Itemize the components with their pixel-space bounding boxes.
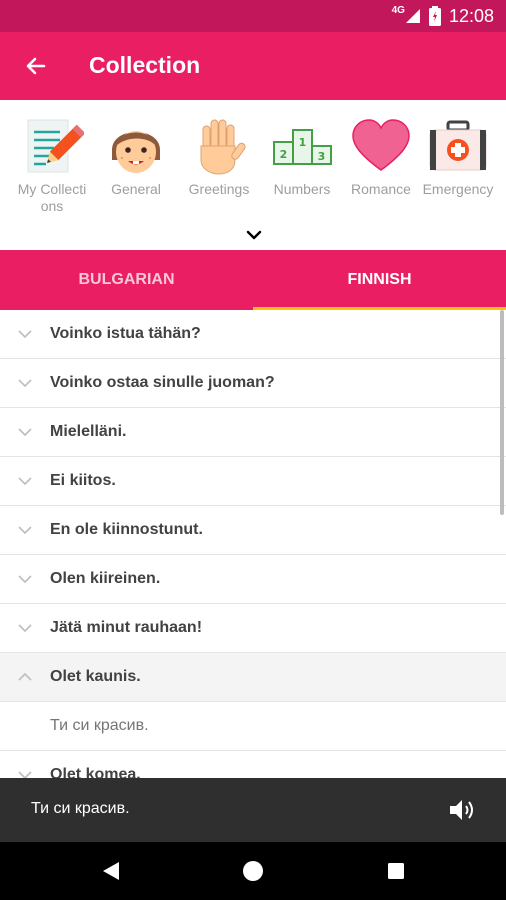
phrase-text: Voinko istua tähän? [50, 325, 201, 342]
circle-home-icon [243, 861, 263, 881]
category-label: General [111, 181, 161, 197]
phrase-text: Ei kiitos. [50, 472, 116, 489]
phrase-row[interactable]: Jätä minut rauhaan! [0, 604, 506, 653]
chevron-down-icon [18, 379, 32, 388]
category-general[interactable]: General [96, 116, 176, 198]
category-label: Greetings [188, 181, 250, 197]
phrase-row[interactable]: Olet komea. [0, 751, 506, 778]
chevron-down-icon [18, 771, 32, 778]
audio-player-bar: Ти си красив. [0, 778, 506, 842]
phrase-text: Olet kaunis. [50, 668, 141, 685]
list-scrollbar[interactable] [500, 310, 504, 515]
phrase-row[interactable]: Voinko ostaa sinulle juoman? [0, 359, 506, 408]
tab-bulgarian[interactable]: BULGARIAN [0, 250, 253, 310]
svg-text:1: 1 [299, 136, 307, 149]
phrase-translation: Ти си красив. [0, 702, 506, 751]
nav-home-button[interactable] [238, 856, 268, 886]
phrase-text: Olen kiireinen. [50, 570, 161, 587]
face-icon [104, 116, 168, 176]
category-my-collections[interactable]: My Collections [12, 116, 92, 215]
speaker-icon [450, 800, 473, 820]
category-label: Numbers [273, 181, 331, 197]
signal-icon [405, 9, 420, 23]
heart-icon [349, 116, 413, 176]
system-nav-bar [0, 842, 506, 900]
network-type-label: 4G [391, 4, 405, 16]
phrase-row[interactable]: En ole kiinnostunut. [0, 506, 506, 555]
page-title: Collection [89, 52, 201, 78]
phrase-list[interactable]: Voinko istua tähän? Voinko ostaa sinulle… [0, 310, 506, 778]
phrase-row-expanded[interactable]: Olet kaunis. [0, 653, 506, 702]
phrase-row[interactable]: Olen kiireinen. [0, 555, 506, 604]
chevron-down-icon [18, 330, 32, 339]
phrase-row[interactable]: Voinko istua tähän? [0, 310, 506, 359]
nav-back-button[interactable] [96, 856, 126, 886]
expand-categories-button[interactable] [241, 224, 267, 246]
chevron-down-icon [18, 428, 32, 437]
category-emergency[interactable]: Emergency [418, 116, 498, 198]
play-audio-button[interactable] [446, 796, 478, 824]
svg-text:2: 2 [280, 148, 288, 161]
phrase-text: Voinko ostaa sinulle juoman? [50, 374, 275, 391]
triangle-back-icon [103, 862, 119, 880]
chevron-down-icon [18, 575, 32, 584]
chevron-down-icon [18, 477, 32, 486]
chevron-down-icon [18, 624, 32, 633]
phrase-row[interactable]: Mielelläni. [0, 408, 506, 457]
chevron-down-icon [18, 526, 32, 535]
notepad-pencil-icon [20, 116, 84, 176]
chevron-down-icon [246, 230, 262, 240]
phrase-text: Jätä minut rauhaan! [50, 619, 203, 636]
tab-finnish[interactable]: FINNISH [253, 250, 506, 310]
hand-icon [187, 116, 251, 176]
phrase-text: En ole kiinnostunut. [50, 521, 203, 538]
phrase-text: Mielelläni. [50, 423, 127, 440]
category-label: Romance [351, 181, 411, 197]
category-label: Emergency [422, 181, 494, 197]
podium-icon: 2 1 3 [270, 116, 334, 176]
category-romance[interactable]: Romance [341, 116, 421, 198]
category-greetings[interactable]: Greetings [179, 116, 259, 198]
battery-icon [428, 6, 441, 26]
nav-recents-button[interactable] [381, 856, 411, 886]
status-icons: 4G 12:08 [392, 0, 494, 32]
app-bar: Collection [0, 32, 506, 100]
language-tabs: BULGARIAN FINNISH [0, 250, 506, 310]
category-strip: My Collections General Greetings 2 1 3 N… [0, 100, 506, 250]
category-numbers[interactable]: 2 1 3 Numbers [262, 116, 342, 198]
arrow-left-icon [26, 57, 46, 75]
chevron-up-icon [18, 672, 32, 681]
clock: 12:08 [448, 5, 494, 26]
phrase-text: Olet komea. [50, 766, 141, 778]
back-button[interactable] [18, 48, 54, 84]
square-recents-icon [388, 863, 404, 879]
status-bar: 4G 12:08 [0, 0, 506, 32]
phrase-row[interactable]: Ei kiitos. [0, 457, 506, 506]
playing-text: Ти си красив. [31, 800, 130, 817]
svg-text:3: 3 [318, 150, 326, 163]
first-aid-kit-icon [426, 116, 490, 176]
category-label: My Collections [17, 181, 87, 214]
